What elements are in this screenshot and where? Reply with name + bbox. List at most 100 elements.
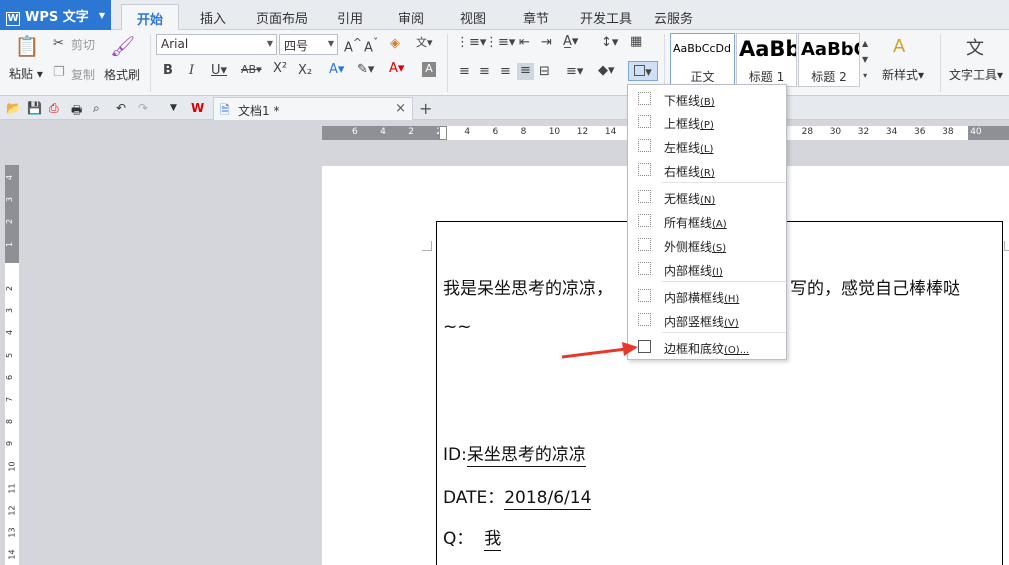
- sort-icon[interactable]: ↕▾: [601, 35, 618, 50]
- style-normal[interactable]: AaBbCcDd 正文: [670, 33, 735, 87]
- shrink-font-icon[interactable]: Aˇ: [364, 36, 378, 55]
- text-line-intro-end[interactable]: 写的，感觉自己棒棒哒: [790, 274, 960, 299]
- style-heading-2[interactable]: AaBbC 标题 2: [798, 33, 860, 87]
- menu-item-all[interactable]: 所有框线(A): [628, 210, 786, 232]
- new-tab-button[interactable]: +: [419, 99, 432, 118]
- copy-button[interactable]: 复制: [71, 66, 95, 83]
- new-style-button[interactable]: 新样式▾: [882, 66, 924, 83]
- font-size-select[interactable]: 四号 ▼: [279, 34, 338, 55]
- redo-icon[interactable]: ↷: [138, 101, 148, 115]
- wps-app-menu-button[interactable]: W WPS 文字 ▼: [0, 0, 111, 30]
- tab-view[interactable]: 视图: [460, 8, 486, 27]
- line-spacing-icon[interactable]: ≡▾: [566, 64, 583, 79]
- text-tools-icon[interactable]: 文: [966, 34, 984, 60]
- date-line[interactable]: DATE：2018/6/14: [443, 483, 592, 510]
- text-tools-button[interactable]: 文字工具▾: [949, 66, 1003, 83]
- shading-icon[interactable]: ◆▾: [598, 63, 615, 78]
- copy-icon[interactable]: ❐: [53, 65, 65, 80]
- numbered-list-icon[interactable]: ⋮≡▾: [485, 35, 515, 50]
- id-label: ID:: [443, 445, 467, 465]
- text-line-tilde[interactable]: ~~: [443, 317, 472, 337]
- tab-insert[interactable]: 插入: [200, 8, 226, 27]
- ruler-tick-label: 12: [7, 505, 17, 516]
- menu-item-bottom[interactable]: 下框线(B): [628, 88, 786, 110]
- menu-item-outside[interactable]: 外侧框线(S): [628, 234, 786, 256]
- style-heading-1[interactable]: AaBb 标题 1: [736, 33, 797, 87]
- scissors-icon[interactable]: ✂: [53, 36, 64, 51]
- chinese-layout-icon[interactable]: A̲▾: [563, 34, 578, 49]
- paste-icon[interactable]: 📋: [14, 34, 40, 58]
- superscript-icon[interactable]: X²: [273, 61, 287, 76]
- paste-button[interactable]: 粘贴 ▾: [9, 65, 43, 82]
- menu-item-left[interactable]: 左框线(L): [628, 135, 786, 157]
- highlight-icon[interactable]: ✎▾: [357, 62, 374, 77]
- open-folder-icon[interactable]: 📂: [6, 101, 21, 115]
- id-line[interactable]: ID:呆坐思考的凉凉: [443, 440, 586, 467]
- align-right-icon[interactable]: ≡: [500, 64, 511, 79]
- style-gallery-scroll[interactable]: ▲ ▼ ▾: [862, 36, 868, 84]
- tab-cloud[interactable]: 云服务: [654, 8, 693, 27]
- menu-item-borders-and-shading[interactable]: 边框和底纹(O)...: [628, 336, 786, 358]
- save-icon[interactable]: 💾: [27, 101, 42, 115]
- cut-button[interactable]: 剪切: [71, 36, 95, 53]
- ruler-tick-label: 2: [5, 285, 15, 292]
- tab-page-layout[interactable]: 页面布局: [256, 8, 308, 27]
- wps-home-icon[interactable]: W: [191, 101, 204, 115]
- print-preview-icon[interactable]: ⌕: [93, 101, 100, 116]
- vertical-ruler[interactable]: 4 3 2 1 1 2 3 4 5 6 7 8 9 10 11 12 13 14: [5, 165, 19, 565]
- menu-item-shortcut: (R): [700, 168, 715, 179]
- new-style-icon[interactable]: A: [893, 36, 905, 57]
- underline-icon[interactable]: U▾: [211, 63, 227, 78]
- table-grid-icon[interactable]: ▦: [630, 34, 642, 49]
- menu-item-top[interactable]: 上框线(P): [628, 111, 786, 133]
- text-line-intro-start[interactable]: 我是呆坐思考的凉凉，: [443, 274, 613, 299]
- document-tab[interactable]: 🗎 文档1 * ×: [213, 97, 413, 120]
- align-center-icon[interactable]: ≡: [479, 64, 490, 79]
- tab-developer[interactable]: 开发工具: [580, 8, 632, 27]
- pinyin-icon[interactable]: 文▾: [416, 34, 433, 50]
- inside-border-icon: [638, 262, 651, 275]
- format-painter-button[interactable]: 格式刷: [104, 66, 140, 83]
- ruler-tick-label: 38: [942, 127, 954, 137]
- menu-item-inside[interactable]: 内部框线(I): [628, 258, 786, 280]
- ruler-tick-label: 1: [5, 263, 15, 269]
- bullet-list-icon[interactable]: ⋮≡▾: [456, 35, 486, 50]
- export-pdf-icon[interactable]: ⎙: [49, 101, 59, 116]
- distributed-align-icon[interactable]: ⊟: [539, 64, 550, 79]
- justify-icon[interactable]: ≡: [517, 63, 534, 80]
- chevron-down-icon[interactable]: ▼: [170, 103, 177, 113]
- tab-references[interactable]: 引用: [337, 8, 363, 27]
- tab-review[interactable]: 审阅: [398, 8, 424, 27]
- menu-item-inside-vertical[interactable]: 内部竖框线(V): [628, 309, 786, 331]
- menu-item-right[interactable]: 右框线(R): [628, 159, 786, 181]
- menu-item-shortcut: (L): [700, 144, 714, 155]
- question-line[interactable]: Q： 我: [443, 524, 502, 551]
- tab-chapter[interactable]: 章节: [523, 8, 549, 27]
- clear-format-icon[interactable]: ◈: [390, 36, 400, 51]
- bold-icon[interactable]: B: [163, 63, 173, 78]
- increase-indent-icon[interactable]: ⇥: [541, 35, 552, 50]
- format-painter-icon[interactable]: 🖌: [110, 34, 135, 58]
- menu-item-label: 下框线(B): [664, 92, 715, 109]
- decrease-indent-icon[interactable]: ⇤: [519, 35, 530, 50]
- char-shading-icon[interactable]: A: [422, 62, 436, 77]
- grow-font-icon[interactable]: A^: [344, 36, 362, 55]
- wps-logo-icon: W: [6, 12, 20, 26]
- ruler-tick-label: 13: [7, 527, 17, 538]
- menu-item-none[interactable]: 无框线(N): [628, 186, 786, 208]
- italic-icon[interactable]: I: [189, 63, 194, 78]
- strikethrough-icon[interactable]: AB▾: [241, 63, 262, 76]
- menu-item-inside-horizontal[interactable]: 内部横框线(H): [628, 285, 786, 307]
- border-dropdown-button[interactable]: ▾: [628, 61, 658, 81]
- close-icon[interactable]: ×: [395, 101, 406, 116]
- top-border-icon: [638, 115, 651, 128]
- tab-home[interactable]: 开始: [121, 4, 180, 31]
- font-name-select[interactable]: Arial ▼: [156, 34, 277, 55]
- print-icon[interactable]: 🖶: [71, 101, 82, 122]
- text-effect-icon[interactable]: A▾: [329, 62, 344, 77]
- indent-marker[interactable]: [439, 126, 447, 140]
- font-color-icon[interactable]: A▾: [389, 61, 404, 76]
- undo-icon[interactable]: ↶: [116, 101, 126, 115]
- subscript-icon[interactable]: X₂: [298, 63, 312, 78]
- align-left-icon[interactable]: ≡: [459, 64, 470, 79]
